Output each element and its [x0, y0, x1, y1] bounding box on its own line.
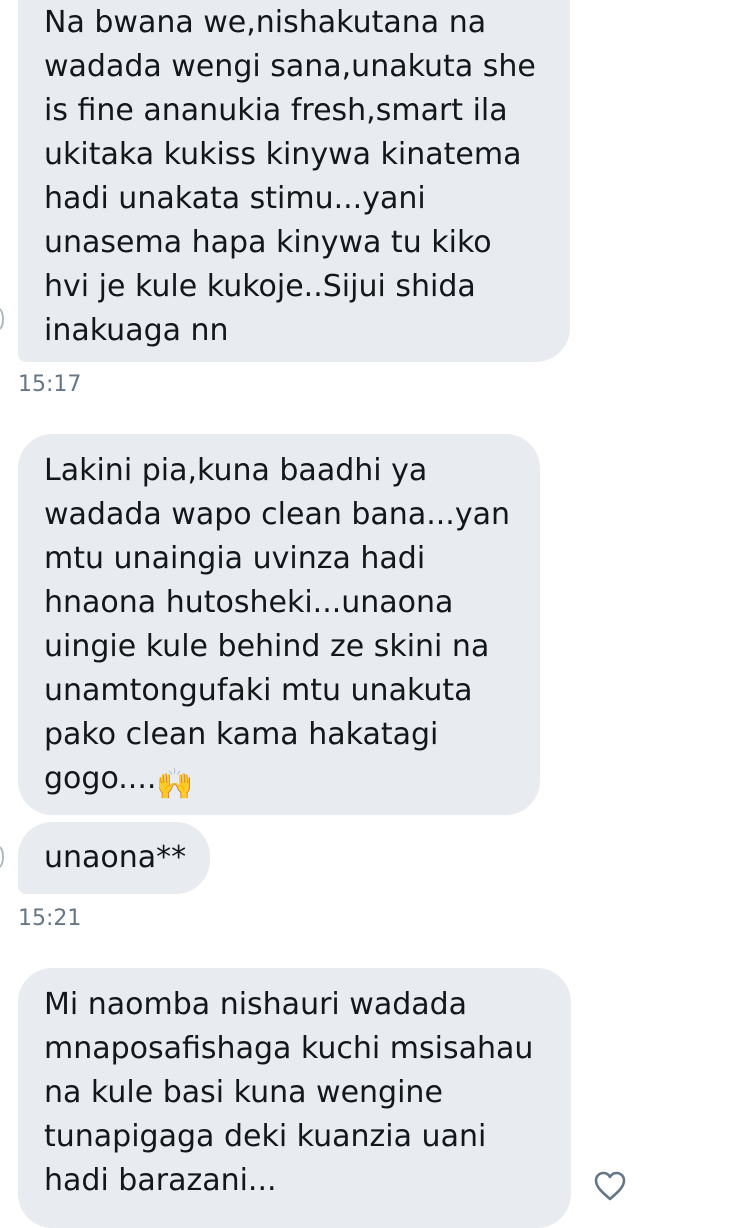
conversation-thread: Na bwana we,nishakutana na wadada wengi … — [0, 0, 751, 1228]
message-bubble[interactable]: Mi naomba nishauri wadada mnaposafishaga… — [18, 968, 571, 1228]
message-bubble[interactable]: unaona** — [18, 822, 210, 894]
message-timestamp: 15:17 — [18, 372, 82, 397]
message-text: Lakini pia,kuna baadhi ya wadada wapo cl… — [44, 453, 510, 796]
sender-avatar-edge — [0, 308, 4, 330]
message-timestamp: 15:21 — [18, 906, 82, 931]
message-text: Na bwana we,nishakutana na wadada wengi … — [44, 5, 536, 348]
message-bubble[interactable]: Lakini pia,kuna baadhi ya wadada wapo cl… — [18, 434, 540, 815]
heart-outline-icon[interactable] — [592, 1168, 628, 1204]
message-bubble[interactable]: Na bwana we,nishakutana na wadada wengi … — [18, 0, 570, 362]
message-text: Mi naomba nishauri wadada mnaposafishaga… — [44, 987, 534, 1198]
sender-avatar-edge — [0, 846, 4, 868]
message-text: unaona** — [44, 840, 187, 875]
raising-hands-emoji-icon: 🙌 — [156, 767, 194, 802]
